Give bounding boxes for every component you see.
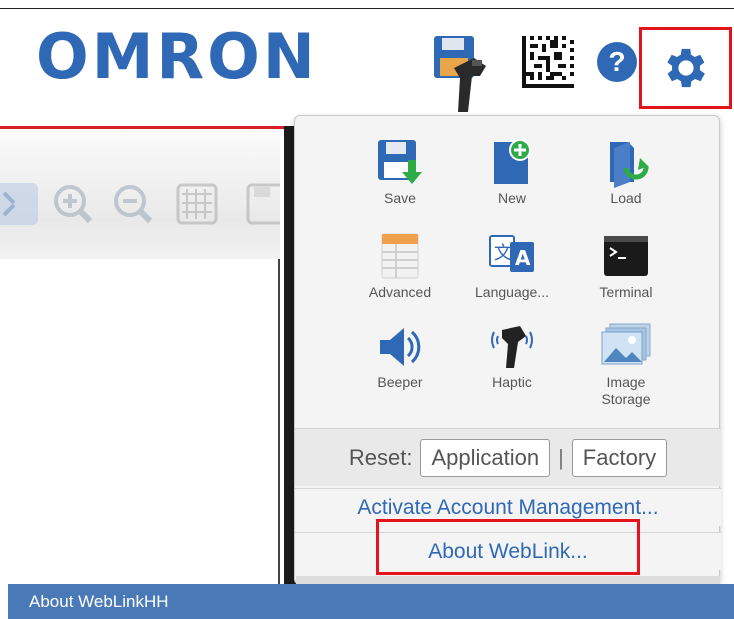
menu-label-new: New — [497, 190, 526, 206]
menu-label-language: Language... — [475, 284, 549, 300]
reset-row: Reset: Application | Factory — [295, 428, 721, 486]
menu-label-terminal: Terminal — [599, 284, 653, 300]
reset-application-button[interactable]: Application — [420, 438, 551, 477]
menu-label-image: Image — [606, 374, 646, 390]
svg-text:文: 文 — [494, 243, 512, 264]
datamatrix-icon[interactable] — [522, 36, 574, 88]
new-file-icon — [494, 139, 531, 184]
menu-label-haptic: Haptic — [492, 374, 532, 390]
status-bar: About WebLinkHH — [8, 584, 734, 619]
gear-icon — [666, 48, 705, 88]
about-highlight-box — [376, 519, 640, 575]
gear-settings-button[interactable] — [639, 27, 732, 109]
zoom-in-icon[interactable] — [50, 179, 96, 229]
load-icon — [610, 142, 649, 188]
reset-label: Reset: — [348, 444, 413, 470]
menu-item-terminal[interactable]: Terminal — [571, 232, 681, 301]
save-image-icon[interactable] — [240, 179, 287, 229]
advanced-table-icon — [381, 233, 419, 279]
grid-icon[interactable] — [174, 179, 220, 229]
menu-item-advanced[interactable]: Advanced — [345, 232, 455, 301]
menu-item-language[interactable]: 文 A Language... — [457, 232, 567, 301]
language-icon: 文 A — [489, 235, 534, 272]
menu-item-load[interactable]: Load — [571, 138, 681, 207]
menu-item-new[interactable]: New — [457, 138, 567, 207]
svg-text:A: A — [515, 246, 531, 270]
background-strip — [296, 576, 720, 584]
menu-item-haptic[interactable]: Haptic — [457, 322, 567, 391]
speaker-icon — [380, 328, 421, 366]
preview-panel — [0, 126, 290, 584]
menu-item-beeper[interactable]: Beeper — [345, 322, 455, 391]
menu-label-save: Save — [384, 190, 416, 206]
menu-label-storage: Storage — [601, 391, 651, 407]
image-storage-icon — [601, 323, 651, 365]
status-bar-text: About WebLinkHH — [29, 591, 169, 611]
omron-logo: OMRON — [36, 20, 318, 93]
settings-menu: Save New Load Advanced 文 A Language... T… — [294, 115, 721, 585]
menu-item-save[interactable]: Save — [345, 138, 455, 207]
haptic-scanner-icon — [491, 326, 533, 368]
terminal-icon — [604, 236, 648, 276]
reset-factory-button[interactable]: Factory — [571, 438, 668, 477]
reset-separator: | — [558, 444, 564, 470]
zoom-out-icon[interactable] — [110, 179, 156, 229]
save-icon — [378, 140, 422, 184]
menu-item-image-storage[interactable]: Image Storage — [571, 322, 681, 408]
menu-grid: Save New Load Advanced 文 A Language... T… — [295, 130, 721, 440]
menu-label-beeper: Beeper — [377, 374, 423, 390]
menu-label-advanced: Advanced — [368, 284, 432, 300]
menu-label-load: Load — [610, 190, 642, 206]
save-scanner-icon[interactable] — [432, 34, 490, 112]
preview-area — [0, 129, 287, 584]
top-divider — [0, 8, 734, 9]
help-icon[interactable]: ? — [597, 42, 637, 82]
fit-view-icon[interactable] — [0, 179, 46, 229]
preview-toolbar — [0, 129, 287, 259]
